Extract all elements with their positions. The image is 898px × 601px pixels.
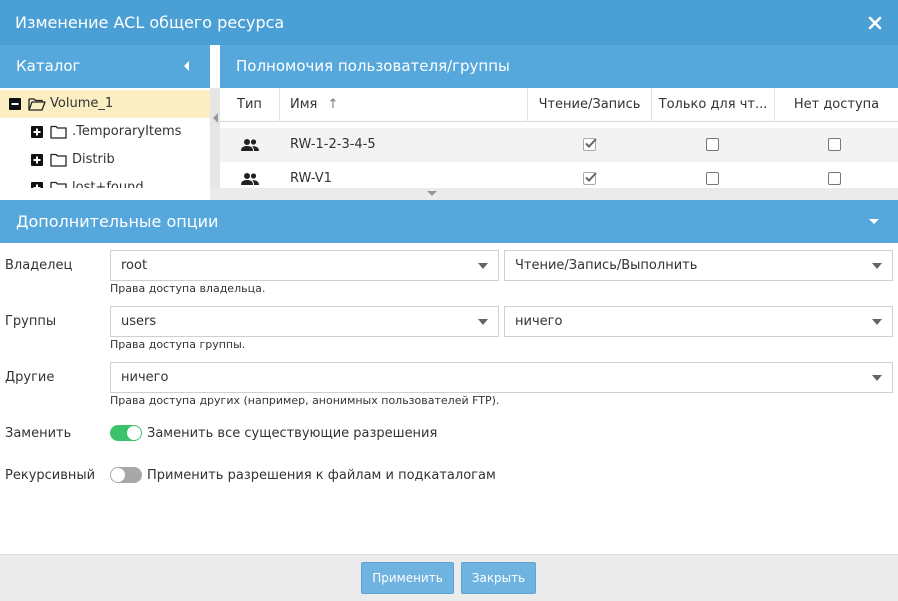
grid-header-row: Тип Имя ↑ Чтение/Запись Только для чт...… — [220, 88, 898, 122]
others-hint: Права доступа других (например, анонимны… — [110, 394, 500, 407]
select-value: root — [121, 258, 148, 273]
dropdown-caret-icon — [872, 319, 882, 325]
owner-hint: Права доступа владельца. — [110, 282, 266, 295]
select-value: Чтение/Запись/Выполнить — [515, 258, 698, 273]
dialog-footer: Применить Закрыть — [0, 554, 898, 601]
folder-icon — [50, 181, 67, 188]
close-button[interactable]: Закрыть — [461, 562, 536, 594]
read-write-checkbox[interactable] — [583, 138, 597, 151]
vertical-splitter[interactable] — [210, 88, 220, 188]
close-icon[interactable] — [862, 10, 888, 36]
select-value: users — [121, 314, 157, 329]
folder-open-icon — [28, 98, 46, 111]
column-name[interactable]: Имя ↑ — [280, 88, 528, 122]
column-label: Только для чт... — [658, 97, 768, 112]
column-read-write[interactable]: Чтение/Запись — [528, 88, 652, 122]
dialog-titlebar: Изменение ACL общего ресурса — [0, 0, 898, 45]
catalog-title: Каталог — [16, 57, 81, 75]
group-hint: Права доступа группы. — [110, 338, 246, 351]
expand-plus-icon[interactable] — [31, 182, 43, 188]
dropdown-caret-icon — [872, 375, 882, 381]
row-name: RW-V1 — [290, 171, 332, 186]
expand-down-small-icon[interactable] — [426, 190, 438, 197]
column-read-only[interactable]: Только для чт... — [652, 88, 775, 122]
horizontal-splitter[interactable] — [210, 188, 898, 200]
table-row[interactable]: RW-V1 — [220, 162, 898, 188]
dropdown-caret-icon — [478, 319, 488, 325]
collapse-minus-icon[interactable] — [9, 98, 21, 110]
recursive-label: Рекурсивный — [5, 468, 96, 483]
column-label: Имя — [290, 97, 318, 112]
replace-label: Заменить — [5, 426, 72, 441]
tree-item-temporaryitems[interactable]: .TemporaryItems — [0, 118, 210, 146]
owner-label: Владелец — [5, 258, 73, 273]
owner-user-select[interactable]: root — [110, 250, 499, 281]
group-label: Группы — [5, 314, 57, 329]
checkmark-icon — [585, 138, 597, 148]
tree-item-label: lost+found — [72, 180, 144, 188]
expand-plus-icon[interactable] — [31, 126, 43, 138]
select-value: ничего — [121, 370, 169, 385]
dropdown-caret-icon — [872, 263, 882, 269]
others-permission-select[interactable]: ничего — [110, 362, 893, 393]
dropdown-caret-icon — [478, 263, 488, 269]
read-only-checkbox[interactable] — [706, 172, 719, 185]
permissions-panel-header: Полномочия пользователя/группы — [220, 45, 898, 88]
group-icon — [241, 173, 259, 185]
column-no-access[interactable]: Нет доступа — [775, 88, 898, 122]
checkmark-icon — [585, 172, 597, 182]
no-access-checkbox[interactable] — [828, 138, 841, 151]
collapse-left-small-icon[interactable] — [212, 112, 219, 124]
additional-options-header[interactable]: Дополнительные опции — [0, 200, 898, 243]
others-label: Другие — [5, 370, 55, 385]
chevron-down-icon[interactable] — [868, 218, 880, 225]
read-write-checkbox[interactable] — [583, 172, 597, 185]
tree-item-lost-found[interactable]: lost+found — [0, 174, 210, 188]
additional-options-title: Дополнительные опции — [16, 212, 219, 231]
group-user-select[interactable]: users — [110, 306, 499, 337]
permissions-title: Полномочия пользователя/группы — [236, 57, 510, 75]
no-access-checkbox[interactable] — [828, 172, 841, 185]
catalog-panel-header: Каталог — [0, 45, 210, 88]
tree-item-label: .TemporaryItems — [72, 124, 182, 139]
read-only-checkbox[interactable] — [706, 138, 719, 151]
table-row[interactable]: RW-1-2-3-4-5 — [220, 128, 898, 162]
group-permission-select[interactable]: ничего — [504, 306, 893, 337]
sort-ascending-icon: ↑ — [327, 97, 339, 112]
row-name: RW-1-2-3-4-5 — [290, 137, 376, 152]
tree-item-volume-1[interactable]: Volume_1 — [0, 90, 210, 118]
permissions-grid: Тип Имя ↑ Чтение/Запись Только для чт...… — [220, 88, 898, 188]
recursive-toggle-text: Применить разрешения к файлам и подкатал… — [147, 468, 496, 483]
select-value: ничего — [515, 314, 563, 329]
tree-item-label: Volume_1 — [50, 96, 114, 111]
column-label: Тип — [237, 97, 262, 112]
replace-toggle[interactable] — [110, 425, 142, 441]
group-icon — [241, 139, 259, 151]
collapse-left-icon[interactable] — [180, 59, 194, 73]
catalog-tree: Volume_1 .TemporaryItems Distrib lost+fo… — [0, 88, 210, 188]
recursive-toggle[interactable] — [110, 467, 142, 483]
replace-toggle-text: Заменить все существующие разрешения — [147, 426, 438, 441]
folder-icon — [50, 153, 67, 167]
tree-item-label: Distrib — [72, 152, 115, 167]
dialog-title: Изменение ACL общего ресурса — [15, 13, 285, 32]
toggle-knob — [127, 426, 141, 440]
folder-icon — [50, 125, 67, 139]
owner-permission-select[interactable]: Чтение/Запись/Выполнить — [504, 250, 893, 281]
apply-button[interactable]: Применить — [361, 562, 454, 594]
column-type[interactable]: Тип — [220, 88, 280, 122]
column-label: Чтение/Запись — [538, 97, 641, 112]
column-label: Нет доступа — [793, 97, 880, 112]
tree-item-distrib[interactable]: Distrib — [0, 146, 210, 174]
toggle-knob — [111, 468, 125, 482]
expand-plus-icon[interactable] — [31, 154, 43, 166]
